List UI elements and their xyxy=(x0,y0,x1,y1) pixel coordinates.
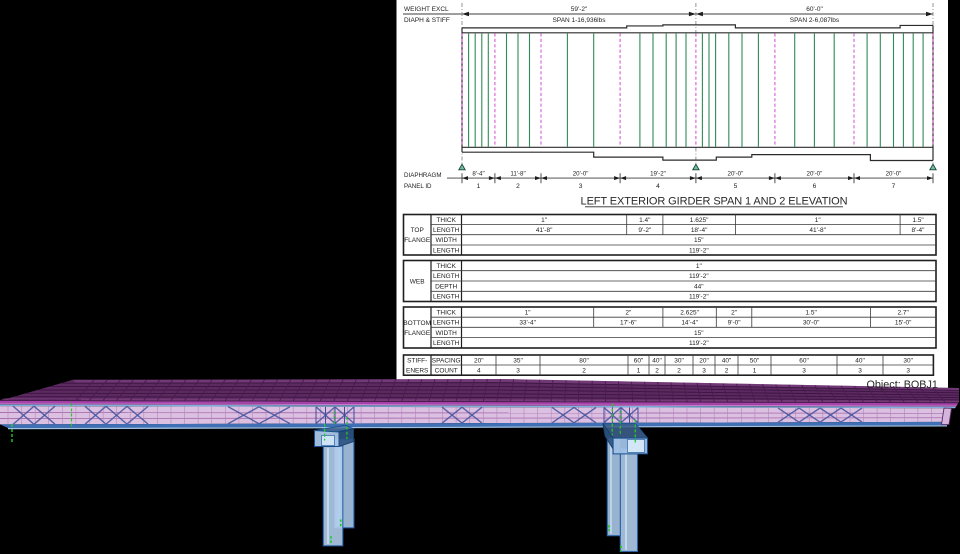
svg-text:ENERS: ENERS xyxy=(406,368,429,375)
svg-text:30": 30" xyxy=(903,357,913,364)
svg-text:WEIGHT EXCL: WEIGHT EXCL xyxy=(404,6,449,13)
svg-text:20": 20" xyxy=(699,357,709,364)
svg-text:20'-0": 20'-0" xyxy=(573,171,589,178)
svg-text:18'-4": 18'-4" xyxy=(691,227,708,234)
svg-text:119'-2": 119'-2" xyxy=(689,247,709,254)
svg-text:SPACING: SPACING xyxy=(432,357,461,364)
svg-text:2.7": 2.7" xyxy=(898,309,910,316)
svg-text:15'-0": 15'-0" xyxy=(895,320,912,327)
svg-text:LENGTH: LENGTH xyxy=(433,320,460,327)
svg-text:3: 3 xyxy=(579,183,583,190)
svg-text:3: 3 xyxy=(906,367,910,374)
svg-text:2: 2 xyxy=(516,183,520,190)
svg-text:STIFF-: STIFF- xyxy=(407,357,427,364)
svg-text:80": 80" xyxy=(579,357,589,364)
svg-text:60'-0": 60'-0" xyxy=(806,6,823,13)
svg-text:44": 44" xyxy=(694,283,704,290)
svg-text:35": 35" xyxy=(513,357,523,364)
svg-text:LENGTH: LENGTH xyxy=(433,340,460,347)
svg-text:LENGTH: LENGTH xyxy=(433,227,460,234)
svg-text:1: 1 xyxy=(477,183,481,190)
svg-text:20": 20" xyxy=(474,357,484,364)
svg-text:3: 3 xyxy=(516,367,520,374)
svg-text:41'-8": 41'-8" xyxy=(536,227,553,234)
svg-text:1.625": 1.625" xyxy=(690,217,709,224)
svg-text:2: 2 xyxy=(582,367,586,374)
svg-text:119'-2": 119'-2" xyxy=(689,273,709,280)
svg-text:2: 2 xyxy=(725,367,729,374)
svg-text:LENGTH: LENGTH xyxy=(433,273,460,280)
svg-text:50": 50" xyxy=(750,357,760,364)
svg-text:Object: BOBJ1: Object: BOBJ1 xyxy=(867,379,938,391)
svg-text:7: 7 xyxy=(892,183,896,190)
svg-text:40": 40" xyxy=(652,357,662,364)
svg-text:1": 1" xyxy=(815,217,822,224)
svg-text:17'-6": 17'-6" xyxy=(620,320,637,327)
svg-text:30'-0": 30'-0" xyxy=(803,320,820,327)
svg-text:59'-2": 59'-2" xyxy=(571,6,588,13)
svg-text:1": 1" xyxy=(525,309,532,316)
svg-text:30": 30" xyxy=(674,357,684,364)
svg-text:15": 15" xyxy=(694,237,704,244)
svg-text:2: 2 xyxy=(677,367,681,374)
svg-text:1.5": 1.5" xyxy=(912,217,924,224)
svg-text:60": 60" xyxy=(799,357,809,364)
svg-text:2.625": 2.625" xyxy=(680,309,699,316)
svg-text:20'-0": 20'-0" xyxy=(886,171,902,178)
svg-text:FLANGE: FLANGE xyxy=(404,237,431,244)
svg-text:3: 3 xyxy=(858,367,862,374)
svg-text:20'-0": 20'-0" xyxy=(807,171,823,178)
svg-text:5: 5 xyxy=(734,183,738,190)
svg-text:41'-8": 41'-8" xyxy=(809,227,826,234)
svg-text:60": 60" xyxy=(634,357,644,364)
svg-text:2": 2" xyxy=(731,309,738,316)
svg-text:THICK: THICK xyxy=(436,217,456,224)
svg-text:8'-4": 8'-4" xyxy=(472,171,484,178)
svg-text:11'-8": 11'-8" xyxy=(510,171,525,178)
svg-text:COUNT: COUNT xyxy=(435,367,458,374)
svg-text:SPAN 2-6,087lbs: SPAN 2-6,087lbs xyxy=(790,17,840,24)
svg-text:15": 15" xyxy=(694,330,704,337)
svg-text:119'-2": 119'-2" xyxy=(689,340,709,347)
svg-text:119'-2": 119'-2" xyxy=(689,294,709,301)
svg-text:9'-0": 9'-0" xyxy=(728,320,742,327)
svg-text:1.4": 1.4" xyxy=(639,217,651,224)
svg-text:WEB: WEB xyxy=(410,278,425,285)
svg-text:SPAN 1-16,936lbs: SPAN 1-16,936lbs xyxy=(553,17,607,24)
svg-text:1: 1 xyxy=(753,367,757,374)
svg-text:WIDTH: WIDTH xyxy=(436,237,458,244)
svg-text:40": 40" xyxy=(722,357,732,364)
svg-text:DEPTH: DEPTH xyxy=(435,283,457,290)
svg-text:LENGTH: LENGTH xyxy=(433,247,460,254)
svg-text:DIAPH & STIFF: DIAPH & STIFF xyxy=(404,17,450,24)
svg-text:TOP: TOP xyxy=(411,227,424,234)
svg-text:LEFT EXTERIOR GIRDER SPAN 1 AN: LEFT EXTERIOR GIRDER SPAN 1 AND 2 ELEVAT… xyxy=(581,196,848,208)
svg-text:3: 3 xyxy=(802,367,806,374)
svg-text:WIDTH: WIDTH xyxy=(436,330,458,337)
svg-text:19'-2": 19'-2" xyxy=(650,171,666,178)
svg-text:1: 1 xyxy=(637,367,641,374)
svg-text:3: 3 xyxy=(702,367,706,374)
svg-text:8'-4": 8'-4" xyxy=(912,227,926,234)
svg-text:9'-2": 9'-2" xyxy=(638,227,652,234)
svg-text:6: 6 xyxy=(813,183,817,190)
svg-text:4: 4 xyxy=(477,367,481,374)
svg-text:LENGTH: LENGTH xyxy=(433,294,460,301)
svg-text:14'-4": 14'-4" xyxy=(681,320,698,327)
svg-text:33'-4": 33'-4" xyxy=(519,320,536,327)
svg-text:DIAPHRAGM: DIAPHRAGM xyxy=(404,172,441,179)
svg-text:40": 40" xyxy=(855,357,865,364)
svg-text:20'-0": 20'-0" xyxy=(728,171,744,178)
svg-text:THICK: THICK xyxy=(436,309,456,316)
svg-text:PANEL ID: PANEL ID xyxy=(404,183,432,190)
svg-text:2: 2 xyxy=(655,367,659,374)
svg-text:2": 2" xyxy=(625,309,632,316)
svg-text:1": 1" xyxy=(696,263,703,270)
svg-text:THICK: THICK xyxy=(436,263,456,270)
svg-text:1.5": 1.5" xyxy=(805,309,817,316)
svg-text:1": 1" xyxy=(541,217,548,224)
svg-text:FLANGE: FLANGE xyxy=(404,330,431,337)
svg-text:BOTTOM: BOTTOM xyxy=(403,320,431,327)
svg-text:4: 4 xyxy=(656,183,660,190)
